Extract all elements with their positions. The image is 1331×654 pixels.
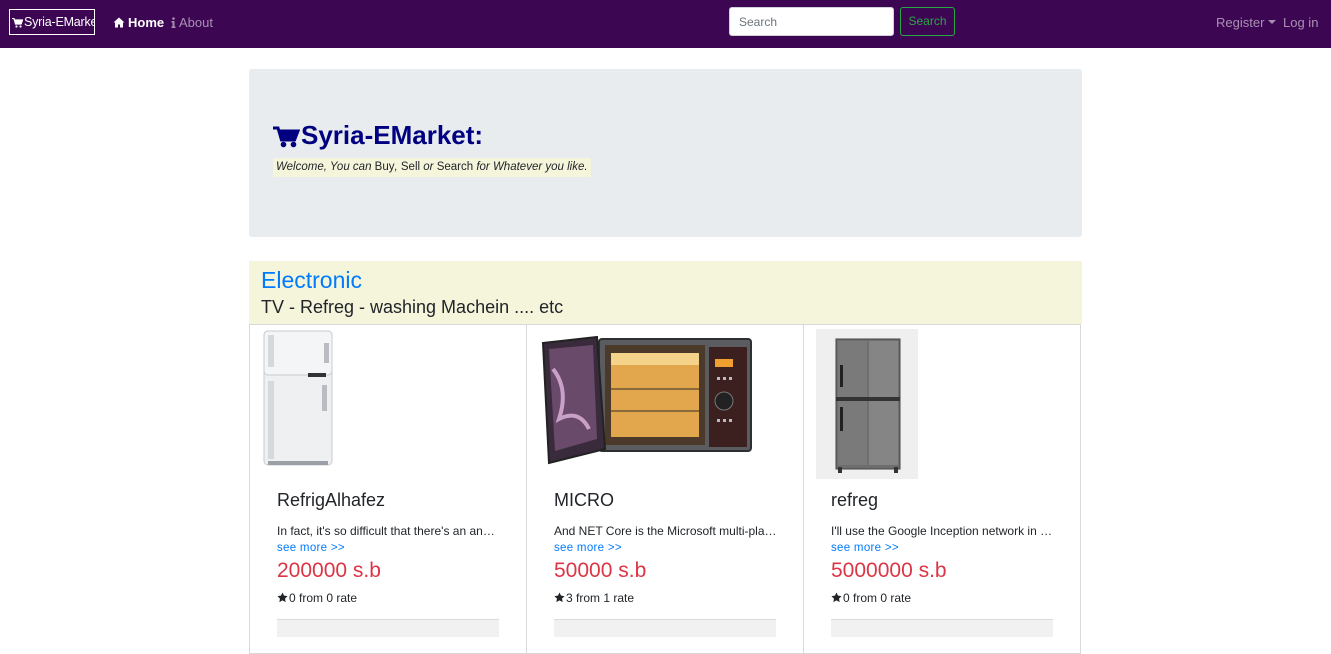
product-name[interactable]: refreg xyxy=(831,490,878,511)
category-subtitle: TV - Refreg - washing Machein .... etc xyxy=(261,297,564,317)
welcome-buy: Buy xyxy=(374,161,395,173)
card-footer xyxy=(831,619,1053,637)
card-footer xyxy=(277,619,499,637)
nav-about-label: About xyxy=(179,15,213,30)
nav-home-link[interactable]: Home xyxy=(113,15,164,31)
shopping-cart-icon xyxy=(12,17,24,28)
product-price: 200000 s.b xyxy=(277,559,381,582)
nav-home-label: Home xyxy=(128,15,165,30)
welcome-or: or xyxy=(420,161,437,173)
product-rating: 3 from 1 rate xyxy=(554,591,634,605)
welcome-prefix: Welcome, You can xyxy=(276,161,375,173)
product-price: 5000000 s.b xyxy=(831,559,947,582)
grey-fridge-image xyxy=(816,329,918,479)
rating-text: 0 from 0 rate xyxy=(843,591,912,605)
top-navbar: Syria-EMarket Home About Search Register… xyxy=(0,0,1331,48)
product-rating: 0 from 0 rate xyxy=(277,591,357,605)
product-rating: 0 from 0 rate xyxy=(831,591,911,605)
see-more-link[interactable]: see more >> xyxy=(277,542,345,554)
login-link[interactable]: Log in xyxy=(1283,15,1318,31)
star-icon xyxy=(831,592,842,603)
category-header: Electronic TV - Refreg - washing Machein… xyxy=(249,261,1082,324)
card-footer xyxy=(554,619,776,637)
home-icon xyxy=(113,17,125,28)
product-card: refreg I'll use the Google Inception net… xyxy=(803,324,1081,654)
welcome-sell: Sell xyxy=(400,161,421,173)
product-name[interactable]: RefrigAlhafez xyxy=(277,490,385,511)
rating-text: 0 from 0 rate xyxy=(289,591,358,605)
welcome-suffix: for Whatever you like. xyxy=(473,161,588,173)
see-more-link[interactable]: see more >> xyxy=(554,542,622,554)
caret-down-icon xyxy=(1268,20,1277,24)
microwave-image xyxy=(541,335,752,465)
hero-jumbotron: Syria-EMarket: Welcome, You can Buy, Sel… xyxy=(249,69,1082,237)
brand-logo-link[interactable]: Syria-EMarket xyxy=(9,9,95,35)
hero-title: Syria-EMarket: xyxy=(273,120,483,151)
info-icon xyxy=(171,17,176,28)
search-button[interactable]: Search xyxy=(900,7,955,36)
category-title-link[interactable]: Electronic xyxy=(261,267,362,294)
register-label: Register xyxy=(1216,15,1265,30)
product-description: And NET Core is the Microsoft multi-plat… xyxy=(554,524,778,538)
see-more-link[interactable]: see more >> xyxy=(831,542,899,554)
product-name[interactable]: MICRO xyxy=(554,490,614,511)
product-card: RefrigAlhafez In fact, it's so difficult… xyxy=(249,324,527,654)
hero-title-text: Syria-EMarket: xyxy=(301,120,484,150)
register-dropdown[interactable]: Register xyxy=(1216,15,1277,31)
star-icon xyxy=(554,592,565,603)
product-price: 50000 s.b xyxy=(554,559,647,582)
product-description: I'll use the Google Inception network in… xyxy=(831,524,1055,538)
product-description: In fact, it's so difficult that there's … xyxy=(277,524,501,538)
star-icon xyxy=(277,592,288,603)
shopping-cart-icon xyxy=(273,126,301,148)
search-input[interactable] xyxy=(729,7,894,36)
brand-label: Syria-EMarket xyxy=(24,15,95,29)
nav-about-link[interactable]: About xyxy=(171,15,213,31)
white-fridge-image xyxy=(263,330,333,466)
welcome-message: Welcome, You can Buy, Sell or Search for… xyxy=(273,158,591,177)
rating-text: 3 from 1 rate xyxy=(566,591,635,605)
welcome-search: Search xyxy=(436,161,474,173)
product-card: MICRO And NET Core is the Microsoft mult… xyxy=(526,324,804,654)
